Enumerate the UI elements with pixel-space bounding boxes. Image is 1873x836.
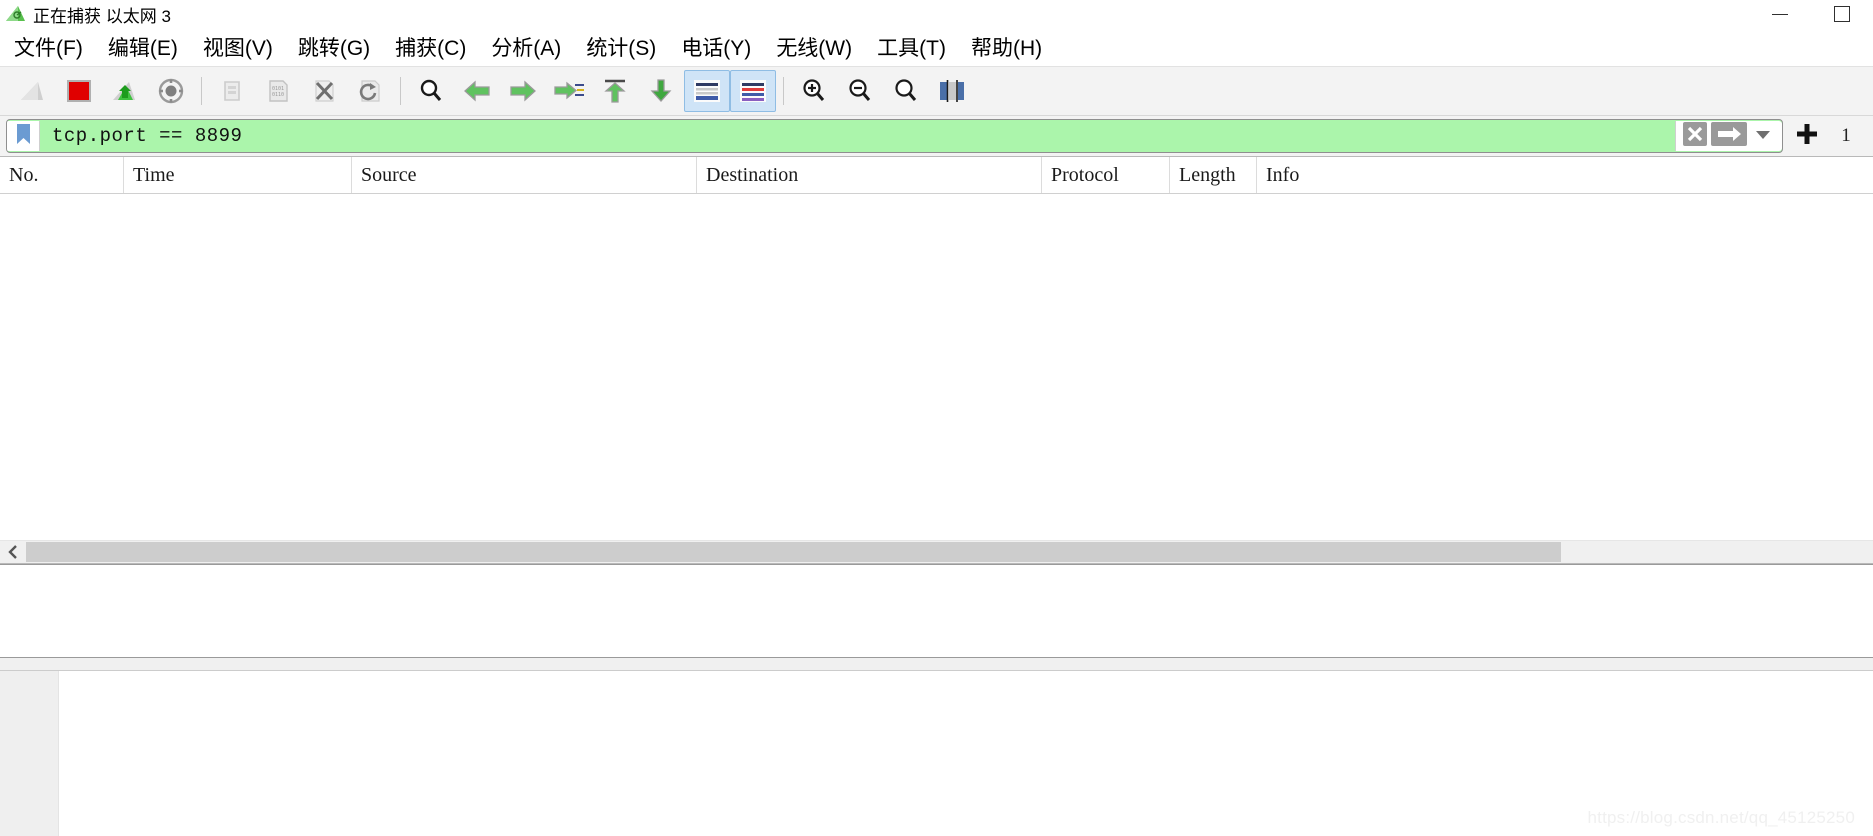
packet-list-header: No. Time Source Destination Protocol Len… <box>0 157 1873 194</box>
packet-detail-pane[interactable] <box>0 564 1873 658</box>
save-file-icon[interactable]: 0101 0110 <box>255 70 301 112</box>
apply-filter-button[interactable] <box>1710 121 1748 152</box>
menu-wireless[interactable]: 无线(W) <box>776 32 852 62</box>
filter-dropdown-button[interactable] <box>1746 122 1780 150</box>
title-bar: 正在捕获 以太网 3 <box>0 0 1873 28</box>
reload-file-icon[interactable] <box>347 70 393 112</box>
close-file-icon[interactable] <box>301 70 347 112</box>
main-toolbar: 0101 0110 <box>0 67 1873 116</box>
capture-options-icon[interactable] <box>148 70 194 112</box>
svg-text:0110: 0110 <box>272 92 284 98</box>
filter-count-label: 1 <box>1841 125 1851 146</box>
go-to-first-packet-icon[interactable] <box>592 70 638 112</box>
open-file-icon[interactable] <box>209 70 255 112</box>
filter-actions <box>1675 121 1782 151</box>
column-source[interactable]: Source <box>352 157 697 193</box>
clear-x-icon <box>1682 121 1708 152</box>
column-destination[interactable]: Destination <box>697 157 1042 193</box>
watermark-text: https://blog.csdn.net/qq_45125250 <box>1587 808 1855 827</box>
separator-3 <box>783 77 784 105</box>
menu-edit[interactable]: 编辑(E) <box>108 32 178 62</box>
column-time[interactable]: Time <box>124 157 352 193</box>
find-packet-icon[interactable] <box>408 70 454 112</box>
colorize-packets-icon[interactable] <box>730 70 776 112</box>
resize-columns-icon[interactable] <box>929 70 975 112</box>
display-filter-bar: tcp.port == 8899 1 <box>0 116 1873 156</box>
menu-view[interactable]: 视图(V) <box>203 32 273 62</box>
column-length[interactable]: Length <box>1170 157 1257 193</box>
start-capture-icon[interactable] <box>10 70 56 112</box>
wireshark-shark-fin-icon <box>5 4 27 24</box>
maximize-button[interactable] <box>1811 0 1873 28</box>
minimize-button[interactable] <box>1749 0 1811 28</box>
restart-capture-icon[interactable] <box>102 70 148 112</box>
wireshark-window: 正在捕获 以太网 3 文件(F) 编辑(E) 视图(V) 跳转(G) 捕获(C)… <box>0 0 1873 836</box>
packet-bytes-pane[interactable]: https://blog.csdn.net/qq_45125250 <box>0 671 1873 836</box>
go-back-icon[interactable] <box>454 70 500 112</box>
display-filter-field[interactable]: tcp.port == 8899 <box>6 119 1783 153</box>
zoom-in-icon[interactable] <box>791 70 837 112</box>
menu-telephony[interactable]: 电话(Y) <box>681 32 751 62</box>
window-controls <box>1749 0 1873 28</box>
pane-splitter[interactable] <box>0 658 1873 671</box>
window-title: 正在捕获 以太网 3 <box>33 6 171 26</box>
go-to-packet-icon[interactable] <box>546 70 592 112</box>
separator-1 <box>201 77 202 105</box>
menu-go[interactable]: 跳转(G) <box>298 32 370 62</box>
menu-capture[interactable]: 捕获(C) <box>395 32 466 62</box>
display-filter-input[interactable]: tcp.port == 8899 <box>40 125 1675 147</box>
scrollbar-track[interactable] <box>26 542 1873 562</box>
add-filter-button[interactable] <box>1789 120 1825 152</box>
menu-help[interactable]: 帮助(H) <box>971 32 1042 62</box>
chevron-left-icon[interactable] <box>0 542 26 562</box>
column-info[interactable]: Info <box>1257 157 1817 193</box>
scrollbar-thumb[interactable] <box>26 542 1561 562</box>
zoom-reset-icon[interactable] <box>883 70 929 112</box>
packet-list-pane: No. Time Source Destination Protocol Len… <box>0 156 1873 564</box>
menu-file[interactable]: 文件(F) <box>14 32 83 62</box>
separator-2 <box>400 77 401 105</box>
menu-statistics[interactable]: 统计(S) <box>586 32 656 62</box>
plus-icon <box>1795 122 1819 151</box>
apply-arrow-icon <box>1710 121 1748 152</box>
auto-scroll-icon[interactable] <box>684 70 730 112</box>
bookmark-icon <box>15 123 32 150</box>
go-forward-icon[interactable] <box>500 70 546 112</box>
zoom-out-icon[interactable] <box>837 70 883 112</box>
chevron-down-icon <box>1754 127 1772 146</box>
menu-bar: 文件(F) 编辑(E) 视图(V) 跳转(G) 捕获(C) 分析(A) 统计(S… <box>0 28 1873 67</box>
column-no[interactable]: No. <box>0 157 124 193</box>
packet-list-rows[interactable] <box>0 194 1873 540</box>
filter-bookmark-button[interactable] <box>7 121 40 151</box>
stop-capture-icon[interactable] <box>56 70 102 112</box>
menu-analyze[interactable]: 分析(A) <box>491 32 561 62</box>
column-protocol[interactable]: Protocol <box>1042 157 1170 193</box>
clear-filter-button[interactable] <box>1678 121 1712 152</box>
packet-list-horizontal-scrollbar[interactable] <box>0 540 1873 563</box>
menu-tools[interactable]: 工具(T) <box>877 32 946 62</box>
go-to-last-packet-icon[interactable] <box>638 70 684 112</box>
bytes-offset-gutter <box>0 671 59 836</box>
